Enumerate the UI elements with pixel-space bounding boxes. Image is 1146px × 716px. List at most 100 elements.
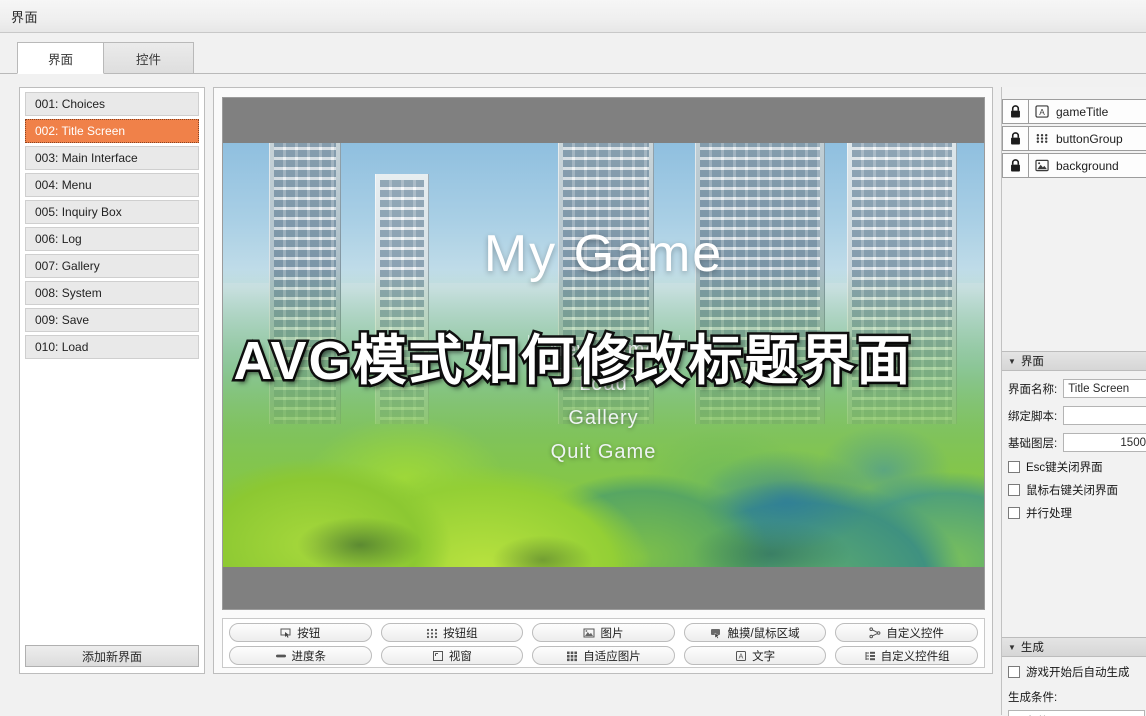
list-item-006[interactable]: 006: Log [25, 227, 199, 251]
interface-list[interactable]: 001: Choices 002: Title Screen 003: Main… [20, 88, 204, 646]
interface-section-header[interactable]: ▼ 界面 [1002, 351, 1146, 371]
auto-generate-checkbox-row[interactable]: 游戏开始后自动生成 [1008, 664, 1146, 680]
image-icon [583, 627, 595, 639]
base-layer-label: 基础图层: [1008, 437, 1058, 450]
custom-widget-icon [869, 626, 881, 639]
list-item-002[interactable]: 002: Title Screen [25, 119, 199, 143]
add-progress-bar-widget[interactable]: 进度条 [229, 646, 372, 665]
preview-canvas[interactable]: My Game New Game Load Gallery Quit Game [222, 97, 985, 610]
menu-load[interactable]: Load [223, 373, 984, 396]
viewport-icon [432, 650, 444, 662]
layer-name: gameTitle [1056, 104, 1109, 119]
lock-icon[interactable] [1003, 154, 1029, 177]
interface-name-row: 界面名称: Title Screen [1008, 379, 1146, 398]
button-icon [280, 627, 292, 639]
menu-quit-game[interactable]: Quit Game [223, 441, 984, 464]
layer-row-background[interactable]: background [1002, 153, 1146, 178]
parallel-process-checkbox-row[interactable]: 并行处理 [1008, 505, 1146, 521]
menu-new-game[interactable]: New Game [223, 339, 984, 362]
tab-strip: 界面 控件 [0, 33, 1146, 74]
add-mouse-area-widget[interactable]: 触摸/鼠标区域 [683, 623, 827, 642]
layer-row-button-group[interactable]: buttonGroup [1002, 126, 1146, 151]
svg-text:A: A [739, 653, 744, 660]
tab-widgets[interactable]: 控件 [104, 42, 194, 74]
base-layer-row: 基础图层: 1500 [1008, 433, 1146, 452]
list-item-003[interactable]: 003: Main Interface [25, 146, 199, 170]
widget-label: 触摸/鼠标区域 [727, 627, 800, 640]
auto-generate-checkbox[interactable] [1008, 666, 1020, 678]
add-image-widget[interactable]: 图片 [532, 623, 675, 642]
menu-gallery[interactable]: Gallery [223, 407, 984, 430]
layer-list: A gameTitle buttonGroup background [1002, 99, 1146, 180]
svg-text:A: A [1039, 107, 1045, 117]
widget-label: 图片 [600, 627, 624, 640]
generate-section-header[interactable]: ▼ 生成 [1002, 637, 1146, 657]
widget-label: 按钮 [297, 627, 321, 640]
widget-label: 按钮组 [443, 627, 478, 640]
esc-close-label: Esc键关闭界面 [1026, 462, 1103, 474]
widget-label: 进度条 [291, 650, 327, 663]
add-text-widget[interactable]: A 文字 [683, 646, 827, 665]
list-item-009[interactable]: 009: Save [25, 308, 199, 332]
custom-widget-group-icon [864, 650, 876, 662]
widget-label: 文字 [752, 650, 776, 663]
generate-condition-label: 生成条件: [1008, 692, 1058, 704]
widget-toolbar-row-2: 进度条 视窗 自适应图片 A 文字 自定义控件组 [229, 646, 978, 665]
base-layer-input[interactable]: 1500 [1063, 433, 1146, 452]
add-adaptive-image-widget[interactable]: 自适应图片 [532, 646, 675, 665]
chevron-down-icon: ▼ [1008, 356, 1016, 366]
rightclick-close-checkbox[interactable] [1008, 484, 1020, 496]
widget-toolbar: 按钮 按钮组 图片 触摸/鼠标区域 自定义控件 进度条 视窗 自适应图片 A 文… [222, 618, 985, 668]
dots-grid-icon [1033, 131, 1051, 147]
bound-script-label: 绑定脚本: [1008, 410, 1058, 423]
interface-properties-section: ▼ 界面 界面名称: Title Screen 绑定脚本: 基础图层: 1500… [1002, 351, 1146, 521]
editor-panel: My Game New Game Load Gallery Quit Game … [213, 87, 993, 674]
esc-close-checkbox[interactable] [1008, 461, 1020, 473]
properties-panel: A gameTitle buttonGroup background ▼ 界面 … [1001, 87, 1146, 716]
tab-interface[interactable]: 界面 [17, 42, 104, 74]
auto-generate-label: 游戏开始后自动生成 [1026, 667, 1130, 679]
letterbox-bottom [223, 567, 984, 609]
lock-icon[interactable] [1003, 127, 1029, 150]
list-item-008[interactable]: 008: System [25, 281, 199, 305]
section-title: 界面 [1020, 356, 1044, 368]
mouse-area-icon [710, 627, 722, 639]
add-button-group-widget[interactable]: 按钮组 [380, 623, 524, 642]
lock-icon[interactable] [1003, 100, 1029, 123]
bound-script-row: 绑定脚本: [1008, 406, 1146, 425]
list-item-005[interactable]: 005: Inquiry Box [25, 200, 199, 224]
layer-row-game-title[interactable]: A gameTitle [1002, 99, 1146, 124]
title-bar: 界面 [0, 0, 1146, 33]
layer-name: buttonGroup [1056, 131, 1123, 146]
bound-script-input[interactable] [1063, 406, 1146, 425]
letterbox-top [223, 98, 984, 143]
add-custom-widget-group[interactable]: 自定义控件组 [835, 646, 978, 665]
esc-close-checkbox-row[interactable]: Esc键关闭界面 [1008, 459, 1146, 475]
text-icon: A [735, 650, 747, 662]
application-window: 界面 界面 控件 001: Choices 002: Title Screen … [0, 0, 1146, 716]
section-title: 生成 [1020, 642, 1044, 654]
button-group-icon [426, 627, 438, 639]
adaptive-image-icon [566, 650, 578, 662]
rightclick-close-label: 鼠标右键关闭界面 [1026, 485, 1118, 497]
widget-label: 自定义控件 [886, 627, 944, 640]
widget-label: 自适应图片 [583, 650, 641, 663]
generate-condition-input[interactable]: 无条件 [1008, 710, 1145, 716]
widget-toolbar-row-1: 按钮 按钮组 图片 触摸/鼠标区域 自定义控件 [229, 623, 978, 642]
chevron-down-icon: ▼ [1008, 642, 1016, 652]
add-interface-button[interactable]: 添加新界面 [25, 645, 199, 667]
add-custom-widget[interactable]: 自定义控件 [835, 623, 978, 642]
list-item-007[interactable]: 007: Gallery [25, 254, 199, 278]
parallel-process-label: 并行处理 [1026, 508, 1072, 520]
list-item-004[interactable]: 004: Menu [25, 173, 199, 197]
add-viewport-widget[interactable]: 视窗 [380, 646, 524, 665]
widget-label: 视窗 [448, 650, 472, 663]
list-item-010[interactable]: 010: Load [25, 335, 199, 359]
game-title-text[interactable]: My Game [223, 224, 984, 284]
add-button-widget[interactable]: 按钮 [229, 623, 372, 642]
list-item-001[interactable]: 001: Choices [25, 92, 199, 116]
interface-name-input[interactable]: Title Screen [1063, 379, 1146, 398]
parallel-process-checkbox[interactable] [1008, 507, 1020, 519]
rightclick-close-checkbox-row[interactable]: 鼠标右键关闭界面 [1008, 482, 1146, 498]
progress-bar-icon [275, 650, 287, 662]
